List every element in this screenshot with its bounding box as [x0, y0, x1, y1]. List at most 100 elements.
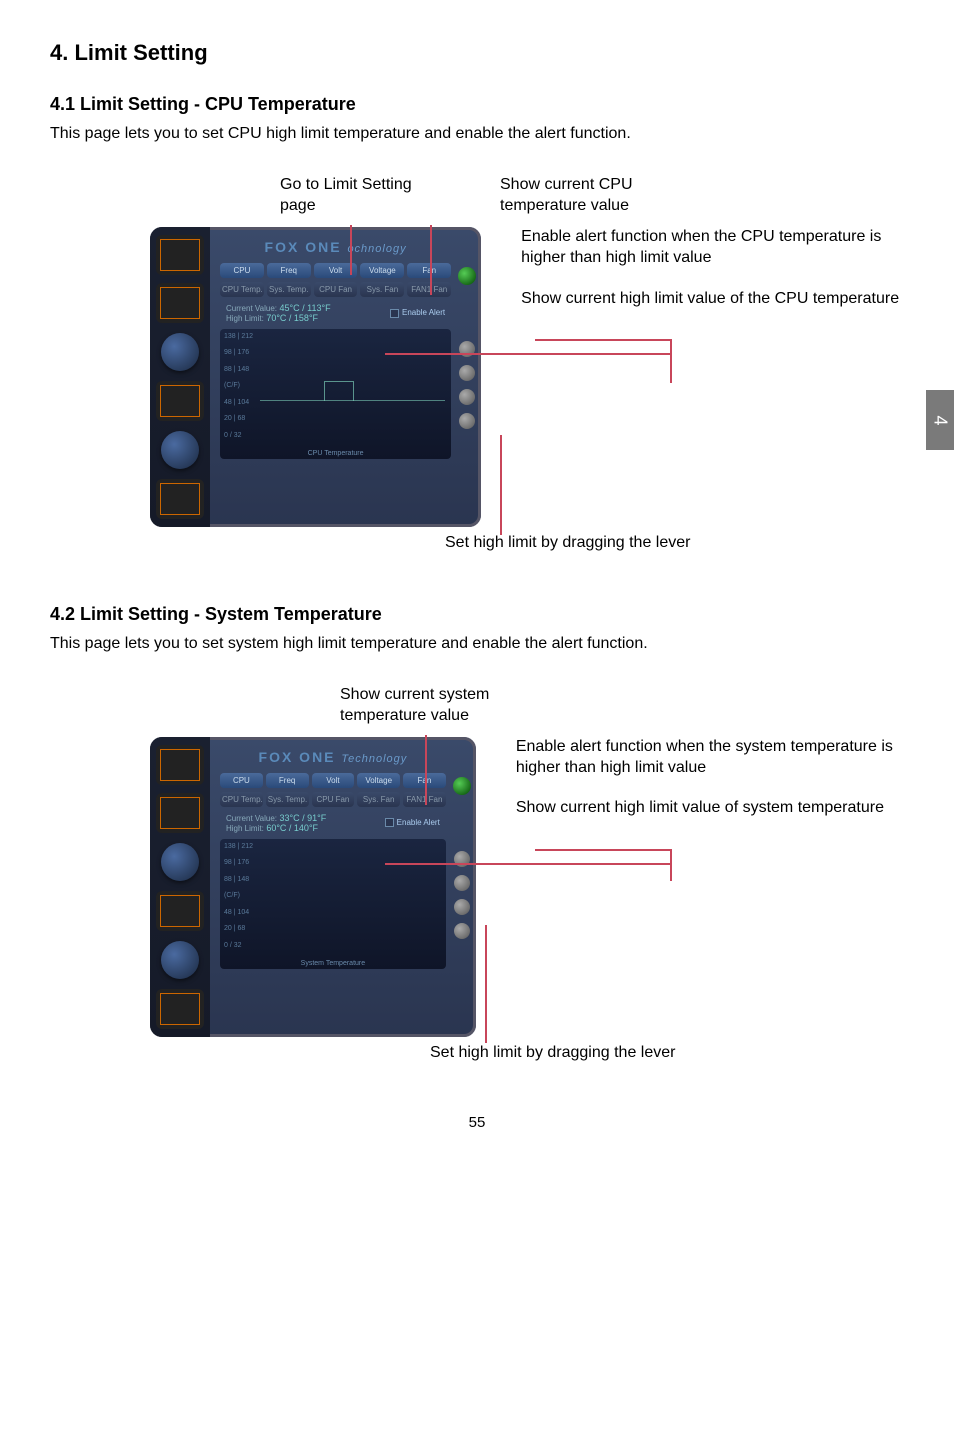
subtab-sys-fan[interactable]: Sys. Fan: [360, 282, 404, 297]
indicator-box: [156, 381, 204, 421]
gauge-icon: [161, 843, 199, 881]
minimize-icon[interactable]: [454, 875, 470, 891]
minimize-icon[interactable]: [459, 365, 475, 381]
callout-high-limit-cpu: Show current high limit value of the CPU…: [521, 289, 904, 310]
callout-high-limit-sys: Show current high limit value of system …: [516, 798, 904, 819]
callout-limit-page: Go to Limit Setting page: [280, 175, 450, 217]
left-indicator-panel: [150, 227, 210, 527]
ytick: 98 | 176: [224, 349, 258, 356]
tab-freq[interactable]: Freq: [267, 263, 311, 278]
subtab-cpu-fan[interactable]: CPU Fan: [314, 282, 358, 297]
enable-alert-checkbox[interactable]: [385, 818, 394, 827]
ytick: 48 | 104: [224, 399, 258, 406]
status-led-icon: [453, 777, 471, 795]
cpu-high-limit-value: 70°C / 158°F: [266, 313, 318, 323]
leader-line: [535, 849, 670, 851]
indicator-box: [156, 235, 204, 275]
leader-line: [430, 225, 432, 295]
callout-current-sys-temp: Show current system temperature value: [340, 685, 540, 727]
indicator-box: [156, 989, 204, 1029]
callout-current-cpu-temp: Show current CPU temperature value: [500, 175, 670, 217]
ytick: 48 | 104: [224, 909, 258, 916]
subsection-4-1-title: 4.1 Limit Setting - CPU Temperature: [50, 94, 904, 115]
leader-line: [385, 863, 670, 865]
top-tab-row: CPU Freq Volt Voltage Fan: [220, 773, 446, 788]
indicator-box: [156, 891, 204, 931]
figure-2: Show current system temperature value: [50, 685, 904, 1063]
sys-current-value: 33°C / 91°F: [280, 813, 327, 823]
indicator-box: [156, 745, 204, 785]
ytick: 138 | 212: [224, 333, 258, 340]
right-button-strip: [452, 777, 472, 939]
callout-drag-lever-1: Set high limit by dragging the lever: [445, 533, 904, 554]
gauge-icon: [161, 431, 199, 469]
subsection-4-1-desc: This page lets you to set CPU high limit…: [50, 123, 904, 145]
tab-voltage[interactable]: Voltage: [360, 263, 404, 278]
leader-line: [425, 735, 427, 805]
home-icon[interactable]: [459, 413, 475, 429]
figure-1: Go to Limit Setting page Show current CP…: [50, 175, 904, 553]
app-screenshot-2: FOX ONE Technology CPU Freq Volt Voltage…: [150, 737, 476, 1037]
tab-cpu[interactable]: CPU: [220, 773, 263, 788]
sys-temp-chart[interactable]: 138 | 212 98 | 176 88 | 148 (C/F) 48 | 1…: [220, 839, 446, 969]
left-indicator-panel: [150, 737, 210, 1037]
app-brand: FOX ONE Technology: [220, 749, 446, 765]
enable-alert-label: Enable Alert: [402, 308, 445, 317]
tab-cpu[interactable]: CPU: [220, 263, 264, 278]
enable-alert-label: Enable Alert: [397, 818, 440, 827]
ytick: 0 / 32: [224, 432, 258, 439]
page-number: 55: [50, 1114, 904, 1131]
right-button-strip: [457, 267, 477, 429]
section-title: 4. Limit Setting: [50, 40, 904, 66]
leader-line: [485, 925, 487, 1043]
help-icon[interactable]: [454, 899, 470, 915]
subtab-cpu-temp[interactable]: CPU Temp.: [220, 792, 263, 807]
subsection-4-2-title: 4.2 Limit Setting - System Temperature: [50, 604, 904, 625]
ytick: 98 | 176: [224, 859, 258, 866]
cpu-current-value: 45°C / 113°F: [280, 303, 331, 313]
leader-line: [350, 225, 352, 275]
tab-voltage[interactable]: Voltage: [357, 773, 400, 788]
ytick: 20 | 68: [224, 925, 258, 932]
high-limit-label: High Limit:: [226, 314, 264, 323]
tab-freq[interactable]: Freq: [266, 773, 309, 788]
subsection-4-2-desc: This page lets you to set system high li…: [50, 633, 904, 655]
high-limit-label: High Limit:: [226, 824, 264, 833]
callout-enable-alert-sys: Enable alert function when the system te…: [516, 737, 904, 779]
subtab-sys-temp[interactable]: Sys. Temp.: [266, 792, 309, 807]
chapter-tab: 4: [926, 390, 954, 450]
tab-limit[interactable]: Volt: [312, 773, 355, 788]
top-tab-row: CPU Freq Volt Voltage Fan: [220, 263, 451, 278]
cpu-temp-chart[interactable]: 138 | 212 98 | 176 88 | 148 (C/F) 48 | 1…: [220, 329, 451, 459]
sub-tab-row: CPU Temp. Sys. Temp. CPU Fan Sys. Fan FA…: [220, 792, 446, 807]
indicator-box: [156, 283, 204, 323]
sys-high-limit-value: 60°C / 140°F: [266, 823, 318, 833]
subtab-sys-temp[interactable]: Sys. Temp.: [267, 282, 311, 297]
ytick: 88 | 148: [224, 366, 258, 373]
ytick: 138 | 212: [224, 843, 258, 850]
help-icon[interactable]: [459, 389, 475, 405]
indicator-box: [156, 793, 204, 833]
ytick: (C/F): [224, 382, 258, 389]
sub-tab-row: CPU Temp. Sys. Temp. CPU Fan Sys. Fan FA…: [220, 282, 451, 297]
ytick: 88 | 148: [224, 876, 258, 883]
app-brand: FOX ONE ochnology: [220, 239, 451, 255]
current-value-label: Current Value:: [226, 304, 277, 313]
gauge-icon: [161, 941, 199, 979]
current-value-label: Current Value:: [226, 814, 277, 823]
leader-line: [385, 353, 670, 355]
callout-drag-lever-2: Set high limit by dragging the lever: [430, 1043, 904, 1064]
enable-alert-checkbox[interactable]: [390, 309, 399, 318]
leader-line: [535, 339, 670, 341]
status-led-icon: [458, 267, 476, 285]
gauge-icon: [161, 333, 199, 371]
subtab-cpu-fan[interactable]: CPU Fan: [312, 792, 355, 807]
subtab-sys-fan[interactable]: Sys. Fan: [357, 792, 400, 807]
ytick: (C/F): [224, 892, 258, 899]
home-icon[interactable]: [454, 923, 470, 939]
ytick: 0 / 32: [224, 942, 258, 949]
leader-line: [500, 435, 502, 535]
callout-enable-alert-cpu: Enable alert function when the CPU tempe…: [521, 227, 904, 269]
subtab-cpu-temp[interactable]: CPU Temp.: [220, 282, 264, 297]
indicator-box: [156, 479, 204, 519]
